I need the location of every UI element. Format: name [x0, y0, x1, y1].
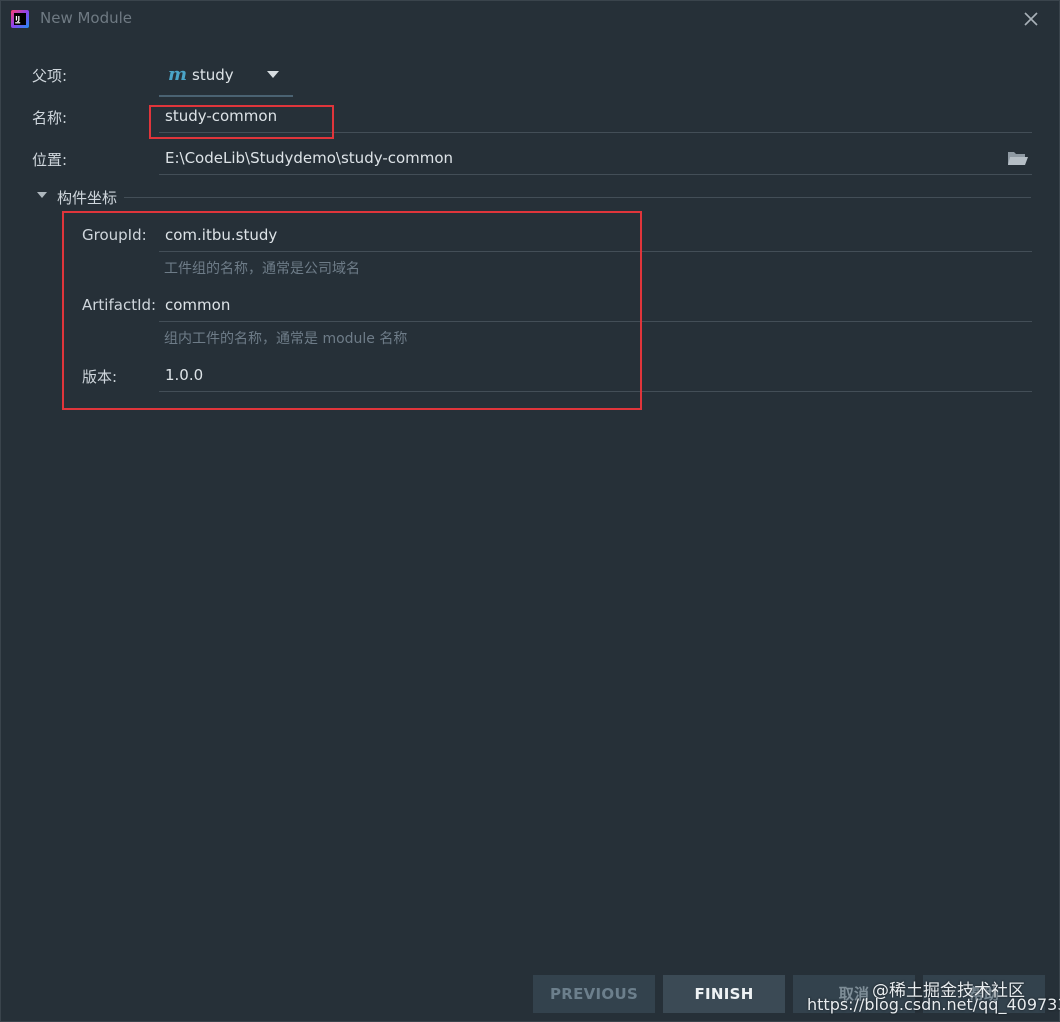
location-field[interactable]: E:\CodeLib\Studydemo\study-common [159, 145, 1032, 175]
section-title: 构件坐标 [57, 189, 118, 207]
svg-text:IJ: IJ [15, 15, 20, 23]
maven-module-icon: m [168, 64, 188, 85]
name-highlight-box [149, 105, 334, 139]
parent-dropdown[interactable]: m study [159, 61, 293, 97]
title-bar: IJ New Module [1, 1, 1060, 37]
location-label: 位置: [32, 151, 68, 169]
finish-button[interactable]: FINISH [663, 975, 785, 1013]
new-module-dialog: IJ New Module 父项: m study 名称: study-comm… [0, 0, 1060, 1022]
coordinates-highlight-box [62, 211, 642, 410]
chevron-down-icon [267, 71, 279, 78]
parent-value: study [192, 66, 234, 84]
location-value: E:\CodeLib\Studydemo\study-common [165, 149, 454, 167]
window-title: New Module [40, 9, 133, 27]
folder-open-icon[interactable] [1007, 149, 1029, 167]
parent-label: 父项: [32, 67, 68, 85]
section-divider [124, 197, 1031, 198]
intellij-idea-icon: IJ [11, 10, 29, 28]
triangle-down-icon[interactable] [35, 188, 49, 202]
close-icon[interactable] [1021, 9, 1041, 29]
name-label: 名称: [32, 109, 68, 127]
watermark-csdn-url: https://blog.csdn.net/qq_40973363 [807, 995, 1060, 1014]
previous-button[interactable]: PREVIOUS [533, 975, 655, 1013]
